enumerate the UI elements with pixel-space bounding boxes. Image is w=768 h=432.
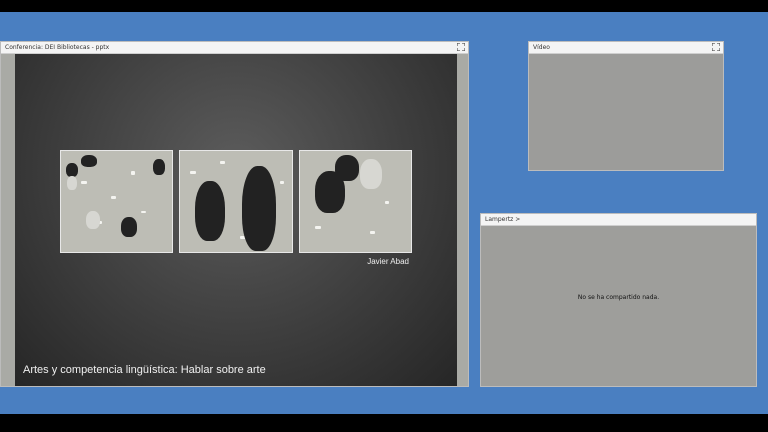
lampertz-pod-title: Lampertz > (485, 216, 521, 223)
slide-caption: Artes y competencia lingüística: Hablar … (23, 364, 266, 376)
share-pod-content: Javier Abad Artes y competencia lingüíst… (1, 54, 468, 386)
slide-photo (60, 150, 174, 253)
photo-strip (60, 150, 412, 253)
video-pod-titlebar[interactable]: Vídeo (529, 42, 723, 54)
lampertz-pod-content: No se ha compartido nada. (481, 226, 756, 386)
slide-photo (298, 150, 412, 253)
meeting-room-background: Conferencia: DEI Bibliotecas - pptx Javi… (0, 12, 768, 414)
video-area (529, 54, 723, 170)
slide-photo (179, 150, 293, 253)
share-pod: Conferencia: DEI Bibliotecas - pptx Javi… (0, 41, 469, 387)
photo-credit: Javier Abad (367, 257, 409, 266)
video-pod-title: Vídeo (533, 44, 550, 51)
fullscreen-icon[interactable] (457, 43, 465, 51)
video-pod: Vídeo (528, 41, 724, 171)
share-pod-titlebar[interactable]: Conferencia: DEI Bibliotecas - pptx (1, 42, 468, 54)
share-pod-title: Conferencia: DEI Bibliotecas - pptx (5, 44, 110, 51)
presentation-slide: Javier Abad Artes y competencia lingüíst… (15, 54, 457, 386)
fullscreen-icon[interactable] (712, 43, 720, 51)
lampertz-pod-titlebar[interactable]: Lampertz > (481, 214, 756, 226)
empty-share-message: No se ha compartido nada. (577, 294, 660, 301)
lampertz-pod: Lampertz > No se ha compartido nada. (480, 213, 757, 387)
